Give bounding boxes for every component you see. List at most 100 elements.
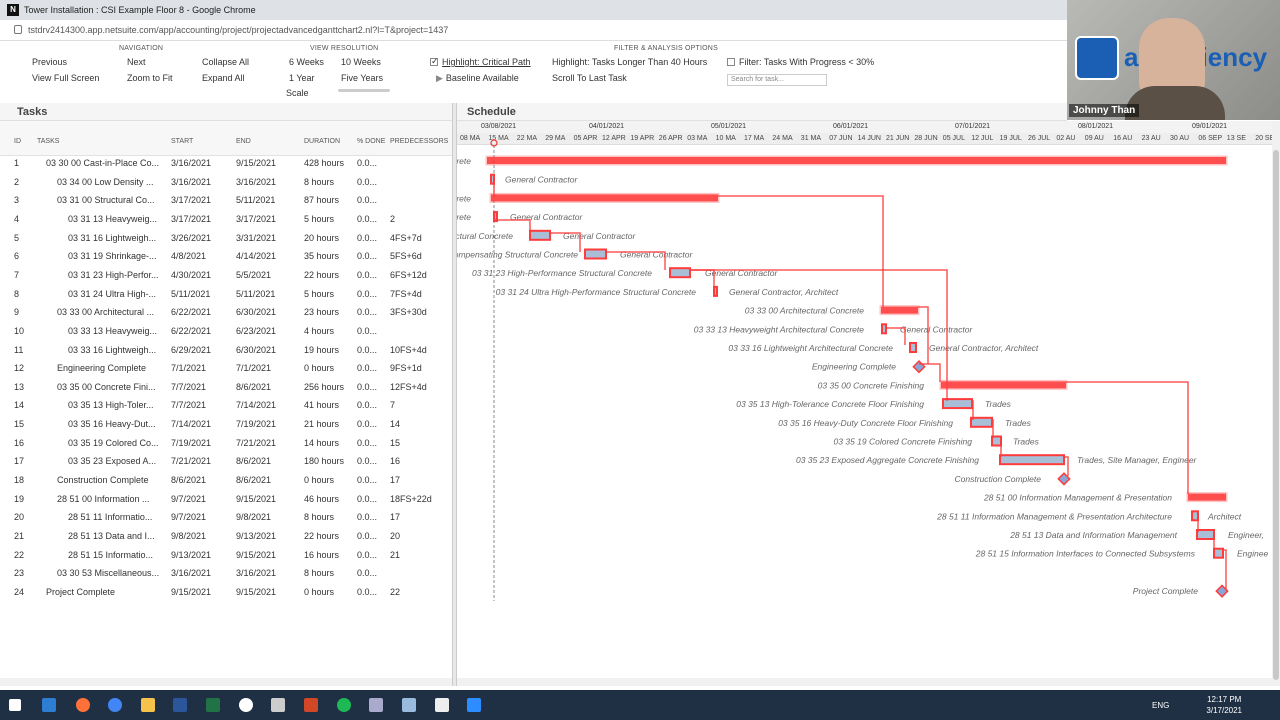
table-row[interactable]: 18 Construction Complete 8/6/2021 8/6/2021 0…: [0, 472, 452, 491]
table-row[interactable]: 19 28 51 00 Information ... 9/7/2021 9/15/2…: [0, 491, 452, 510]
table-row[interactable]: 3 03 31 00 Structural Co... 3/17/2021 5/11/…: [0, 192, 452, 211]
grid-horizontal-scrollbar[interactable]: [0, 678, 452, 686]
language-indicator[interactable]: ENG: [1152, 701, 1169, 710]
outlook-icon[interactable]: [42, 698, 56, 712]
table-row[interactable]: 14 03 35 13 High-Toler... 7/7/2021 7/14/202…: [0, 397, 452, 416]
gantt-horizontal-scrollbar[interactable]: [457, 678, 1280, 686]
col-done[interactable]: % DONE: [357, 138, 385, 145]
table-row[interactable]: 7 03 31 23 High-Perfor... 4/30/2021 5/5/202…: [0, 267, 452, 286]
table-row[interactable]: 1 03 30 00 Cast-in-Place Co... 3/16/2021 9/…: [0, 155, 452, 174]
next-button[interactable]: Next: [127, 57, 146, 67]
resolution-5-years-button[interactable]: Five Years: [341, 73, 383, 83]
resolution-10-weeks-button[interactable]: 10 Weeks: [341, 57, 381, 67]
app2-icon[interactable]: [435, 698, 449, 712]
progress-filter-label[interactable]: Filter: Tasks With Progress < 30%: [739, 57, 874, 67]
table-row[interactable]: 9 03 33 00 Architectural ... 6/22/2021 6/30…: [0, 304, 452, 323]
progress-filter-toggle[interactable]: Filter: Tasks With Progress < 30%: [727, 57, 874, 67]
col-start[interactable]: START: [171, 138, 193, 145]
cell-task-name[interactable]: 03 30 00 Cast-in-Place Co...: [46, 158, 159, 168]
baseline-toggle[interactable]: ▶ Baseline Available: [436, 73, 519, 84]
cell-task-name[interactable]: 03 31 16 Lightweigh...: [68, 233, 156, 243]
cell-task-name[interactable]: 28 51 13 Data and I...: [68, 531, 155, 541]
table-row[interactable]: 24 Project Complete 9/15/2021 9/15/2021 0 ho…: [0, 584, 452, 603]
col-duration[interactable]: DURATION: [304, 138, 340, 145]
task-search-input[interactable]: Search for task...: [727, 74, 827, 86]
table-row[interactable]: 2 03 34 00 Low Density ... 3/16/2021 3/16/2…: [0, 174, 452, 193]
cell-task-name[interactable]: 03 31 13 Heavyweig...: [68, 214, 157, 224]
table-row[interactable]: 11 03 33 16 Lightweigh... 6/29/2021 6/30/20…: [0, 342, 452, 361]
cell-task-name[interactable]: Project Complete: [46, 587, 115, 597]
zoom-icon[interactable]: [467, 698, 481, 712]
cell-task-name[interactable]: 03 31 24 Ultra High-...: [68, 289, 156, 299]
table-row[interactable]: 4 03 31 13 Heavyweig... 3/17/2021 3/17/2021…: [0, 211, 452, 230]
baseline-label[interactable]: Baseline Available: [446, 73, 519, 83]
cell-task-name[interactable]: 03 35 00 Concrete Fini...: [57, 382, 156, 392]
scale-slider[interactable]: [338, 89, 390, 92]
collapse-all-button[interactable]: Collapse All: [202, 57, 249, 67]
cell-task-name[interactable]: 28 51 00 Information ...: [57, 494, 150, 504]
highlight-long-tasks-button[interactable]: Highlight: Tasks Longer Than 40 Hours: [552, 57, 707, 67]
table-row[interactable]: 12 Engineering Complete 7/1/2021 7/1/2021 0 …: [0, 360, 452, 379]
resolution-1-year-button[interactable]: 1 Year: [289, 73, 315, 83]
table-row[interactable]: 10 03 33 13 Heavyweig... 6/22/2021 6/23/202…: [0, 323, 452, 342]
url-text[interactable]: tstdrv2414300.app.netsuite.com/app/accou…: [28, 25, 448, 35]
firefox-icon[interactable]: [76, 698, 90, 712]
critical-path-label[interactable]: Highlight: Critical Path: [442, 57, 531, 67]
system-clock[interactable]: 12:17 PM 3/17/2021: [1206, 694, 1242, 716]
cell-task-name[interactable]: 03 35 23 Exposed A...: [68, 456, 156, 466]
table-row[interactable]: 6 03 31 19 Shrinkage-... 4/8/2021 4/14/2021…: [0, 248, 452, 267]
cell-task-name[interactable]: 03 35 16 Heavy-Dut...: [68, 419, 156, 429]
table-row[interactable]: 8 03 31 24 Ultra High-... 5/11/2021 5/11/20…: [0, 286, 452, 305]
cell-task-name[interactable]: 03 35 19 Colored Co...: [68, 438, 159, 448]
previous-button[interactable]: Previous: [32, 57, 67, 67]
table-row[interactable]: 13 03 35 00 Concrete Fini... 7/7/2021 8/6/2…: [0, 379, 452, 398]
scrollbar-thumb[interactable]: [1273, 150, 1279, 680]
table-row[interactable]: 21 28 51 13 Data and I... 9/8/2021 9/13/202…: [0, 528, 452, 547]
table-row[interactable]: 16 03 35 19 Colored Co... 7/19/2021 7/21/20…: [0, 435, 452, 454]
cell-task-name[interactable]: Construction Complete: [57, 475, 149, 485]
notes-icon[interactable]: [402, 698, 416, 712]
view-full-screen-button[interactable]: View Full Screen: [32, 73, 99, 83]
windows-start-icon[interactable]: [9, 699, 21, 711]
scroll-last-task-button[interactable]: Scroll To Last Task: [552, 73, 627, 83]
progress-filter-checkbox[interactable]: [727, 57, 735, 66]
zoom-to-fit-button[interactable]: Zoom to Fit: [127, 73, 173, 83]
cell-task-name[interactable]: 03 33 16 Lightweigh...: [68, 345, 156, 355]
cell-task-name[interactable]: 03 31 19 Shrinkage-...: [68, 251, 157, 261]
critical-path-toggle[interactable]: Highlight: Critical Path: [430, 56, 531, 67]
cell-task-name[interactable]: 03 34 00 Low Density ...: [57, 177, 154, 187]
cell-task-name[interactable]: Engineering Complete: [57, 363, 146, 373]
cell-task-name[interactable]: 03 31 23 High-Perfor...: [68, 270, 159, 280]
powerpoint-icon[interactable]: [304, 698, 318, 712]
cell-task-name[interactable]: 28 51 11 Informatio...: [68, 512, 152, 522]
table-row[interactable]: 17 03 35 23 Exposed A... 7/21/2021 8/6/2021…: [0, 453, 452, 472]
address-bar[interactable]: tstdrv2414300.app.netsuite.com/app/accou…: [0, 20, 1067, 41]
table-row[interactable]: 5 03 31 16 Lightweigh... 3/26/2021 3/31/202…: [0, 230, 452, 249]
expand-all-button[interactable]: Expand All: [202, 73, 245, 83]
table-row[interactable]: 15 03 35 16 Heavy-Dut... 7/14/2021 7/19/202…: [0, 416, 452, 435]
table-row[interactable]: 22 28 51 15 Informatio... 9/13/2021 9/15/20…: [0, 547, 452, 566]
gantt-chart[interactable]: General Contractor General Contractor Stru…: [457, 121, 1280, 686]
col-tasks[interactable]: TASKS: [37, 138, 59, 145]
cell-task-name[interactable]: 28 51 15 Informatio...: [68, 550, 153, 560]
excel-icon[interactable]: [206, 698, 220, 712]
cell-task-name[interactable]: 03 31 00 Structural Co...: [57, 195, 155, 205]
col-end[interactable]: END: [236, 138, 251, 145]
resolution-6-weeks-button[interactable]: 6 Weeks: [289, 57, 324, 67]
cell-task-name[interactable]: 03 35 13 High-Toler...: [68, 400, 154, 410]
chrome-icon[interactable]: [108, 698, 122, 712]
cell-task-name[interactable]: 03 33 00 Architectural ...: [57, 307, 154, 317]
col-id[interactable]: ID: [14, 138, 21, 145]
cell-task-name[interactable]: 03 33 13 Heavyweig...: [68, 326, 157, 336]
app-icon[interactable]: [239, 698, 253, 712]
spotify-icon[interactable]: [337, 698, 351, 712]
cell-task-name[interactable]: 03 30 53 Miscellaneous...: [57, 568, 159, 578]
table-row[interactable]: 20 28 51 11 Informatio... 9/7/2021 9/8/2021…: [0, 509, 452, 528]
word-icon[interactable]: [173, 698, 187, 712]
file-explorer-icon[interactable]: [141, 698, 155, 712]
calculator-icon[interactable]: [369, 698, 383, 712]
table-row[interactable]: 23 03 30 53 Miscellaneous... 3/16/2021 3/16…: [0, 565, 452, 584]
critical-path-checkbox[interactable]: [430, 56, 439, 67]
col-predecessors[interactable]: PREDECESSORS: [390, 138, 448, 145]
snip-icon[interactable]: [271, 698, 285, 712]
